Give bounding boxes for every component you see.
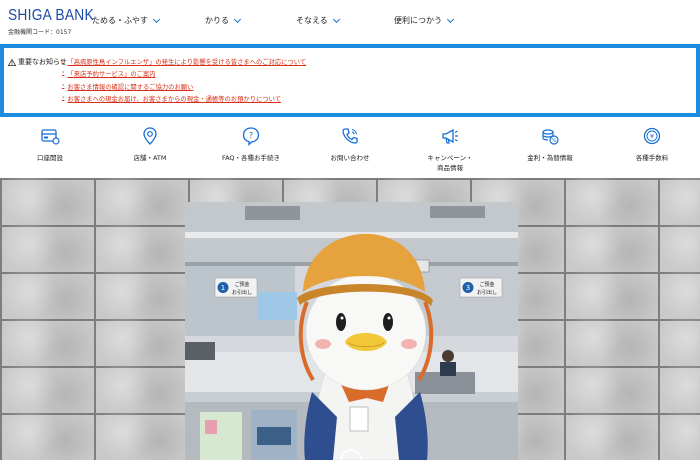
chevron-down-icon xyxy=(332,15,340,23)
arrow-right-icon: › xyxy=(62,69,65,77)
quick-link-label: キャンペーン・ 商品情報 xyxy=(427,154,473,172)
nav-label: そなえる xyxy=(296,16,328,25)
notice-title-text: 重要なお知らせ xyxy=(18,58,67,66)
notice-link-text: お客さまへの現金お届け、お客さまからの現金・通帳等のお預かりについて xyxy=(67,95,281,103)
question-icon: ? xyxy=(242,127,260,146)
quick-link-faq[interactable]: ? FAQ・各種お手続き xyxy=(206,126,296,163)
bank-lobby-mascot-image: 1 ご預金 お引出し 3 ご預金 お引出し xyxy=(185,202,518,460)
quick-link-label: お問い合わせ xyxy=(330,154,370,162)
location-pin-icon xyxy=(143,127,157,145)
quick-link-label: 店舗・ATM xyxy=(133,154,167,162)
main-nav: ためる・ふやす かりる そなえる 便利につかう xyxy=(0,15,700,29)
notice-link-text: 「来店予約サービス」のご案内 xyxy=(67,71,156,79)
chevron-down-icon xyxy=(233,15,242,23)
sign-right-sub: お引出し xyxy=(477,289,497,296)
important-notice-box: 重要なお知らせ › 「高病原性鳥インフルエンザ」の発生により影響を受ける皆さまへの… xyxy=(0,44,700,117)
notice-list: › 「高病原性鳥インフルエンザ」の発生により影響を受ける皆さまへのご対応について … xyxy=(62,57,306,106)
notice-link[interactable]: › 「来店予約サービス」のご案内 xyxy=(62,69,306,81)
hero-banner: 1 ご預金 お引出し 3 ご預金 お引出し xyxy=(0,178,700,460)
quick-link-account-opening[interactable]: 口座開設 xyxy=(5,126,95,163)
megaphone-icon xyxy=(442,128,458,144)
sign-left-text: ご預金 xyxy=(234,281,249,288)
nav-save-invest[interactable]: ためる・ふやす xyxy=(92,15,161,26)
quick-link-label: 口座開設 xyxy=(37,154,63,162)
sign-right-text: ご預金 xyxy=(479,281,494,288)
notice-link[interactable]: › 「高病原性鳥インフルエンザ」の発生により影響を受ける皆さまへのご対応について xyxy=(62,57,306,69)
quick-link-label: 各種手数料 xyxy=(635,154,669,162)
phone-icon xyxy=(342,128,358,144)
notice-link[interactable]: › お客さまへの現金お届け、お客さまからの現金・通帳等のお預かりについて xyxy=(62,94,306,106)
nav-prepare[interactable]: そなえる xyxy=(296,15,340,26)
chevron-down-icon xyxy=(446,15,455,23)
quick-link-label: FAQ・各種お手続き xyxy=(221,154,281,162)
card-icon xyxy=(41,129,60,145)
quick-link-rates[interactable]: % 金利・為替情報 xyxy=(505,126,595,163)
arrow-right-icon: › xyxy=(62,93,65,101)
nav-label: 便利につかう xyxy=(394,16,442,25)
nav-label: ためる・ふやす xyxy=(92,16,148,25)
sign-right-number: 3 xyxy=(466,284,470,292)
mascot-photo[interactable]: 1 ご預金 お引出し 3 ご預金 お引出し xyxy=(185,202,518,460)
notice-link-text: お客さま情報の確認に関するご協力のお願い xyxy=(67,83,194,91)
svg-text:%: % xyxy=(551,138,556,144)
quick-link-branch-atm[interactable]: 店舗・ATM xyxy=(105,126,195,163)
chevron-down-icon xyxy=(152,15,161,23)
svg-text:¥: ¥ xyxy=(650,133,654,141)
quick-link-label: 金利・為替情報 xyxy=(527,154,573,162)
quick-link-contact[interactable]: お問い合わせ xyxy=(305,126,395,163)
notice-title: 重要なお知らせ xyxy=(8,57,67,67)
site-header: SHIGA BANK 金融機関コード：0157 ためる・ふやす かりる そなえる… xyxy=(0,0,700,44)
coins-icon: % xyxy=(542,129,559,145)
svg-text:?: ? xyxy=(249,131,253,140)
nav-label: かりる xyxy=(205,16,229,25)
nav-convenient[interactable]: 便利につかう xyxy=(394,15,455,26)
sign-left-sub: お引出し xyxy=(232,289,252,296)
warning-icon xyxy=(8,58,16,66)
sign-left-number: 1 xyxy=(221,284,225,292)
fee-icon: ¥ xyxy=(643,127,661,145)
arrow-right-icon: › xyxy=(62,81,65,89)
nav-borrow[interactable]: かりる xyxy=(205,15,242,26)
notice-link[interactable]: › お客さま情報の確認に関するご協力のお願い xyxy=(62,82,306,94)
quick-link-campaign[interactable]: キャンペーン・ 商品情報 xyxy=(405,126,495,173)
arrow-right-icon: › xyxy=(62,57,65,64)
quick-links: 口座開設 店舗・ATM ? FAQ・各種お手続き お問い合わせ キャンペーン・ … xyxy=(0,118,700,178)
quick-link-fees[interactable]: ¥ 各種手数料 xyxy=(607,126,697,163)
notice-link-text: 「高病原性鳥インフルエンザ」の発生により影響を受ける皆さまへのご対応について xyxy=(67,59,307,66)
